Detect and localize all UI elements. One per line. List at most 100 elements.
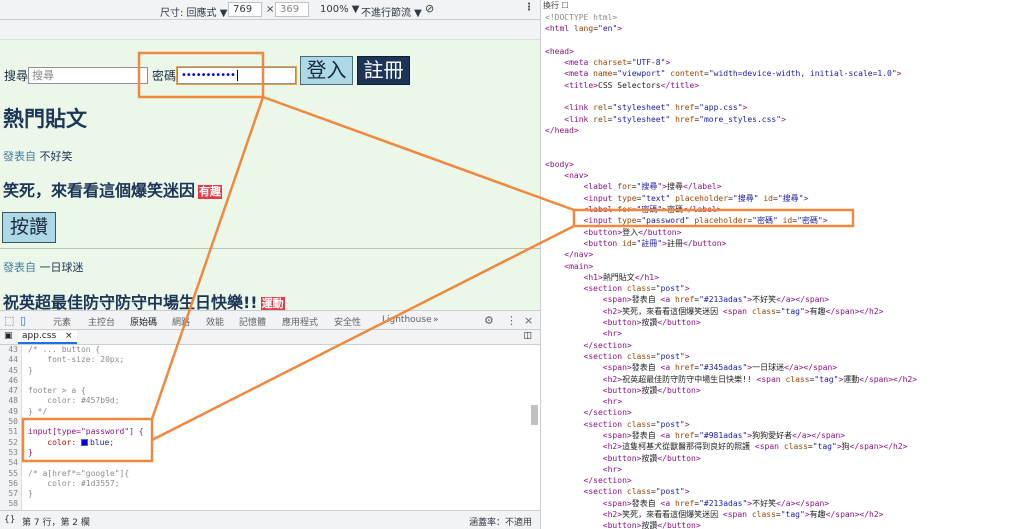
close-icon[interactable]: × [524, 314, 533, 327]
line-number: 53 [8, 447, 18, 457]
line-number: 49 [8, 406, 18, 416]
tab-lighthouse[interactable]: Lighthouse [382, 315, 432, 325]
html-source-line: <meta name="viewport" content="width=dev… [564, 69, 902, 79]
page-heading: 熱門貼文 [3, 107, 87, 131]
html-source-line: </head> [545, 125, 579, 135]
devtools-tabbar: ⬚ ▯ 元素 主控台 原始碼 網路 效能 記憶體 應用程式 安全性 Lighth… [0, 310, 540, 332]
html-source-line: <head> [545, 46, 574, 56]
tab-elements[interactable]: 元素 [53, 315, 71, 328]
tab-application[interactable]: 應用程式 [282, 315, 318, 328]
more-options-icon[interactable]: ⋮ [524, 2, 534, 13]
html-source-line: <h1>熱門貼文</h1> [583, 272, 659, 282]
device-toggle-icon[interactable]: ▯ [20, 314, 26, 327]
line-number: 45 [8, 365, 18, 375]
login-button[interactable]: 登入 [300, 56, 353, 85]
html-source-line: <section class="post"> [583, 284, 690, 294]
inspect-icon[interactable]: ⬚ [4, 314, 14, 327]
html-source-line: <label for="搜尋">搜尋</label> [583, 182, 722, 192]
times-sign: × [266, 4, 275, 15]
settings-gear-icon[interactable]: ⚙ [484, 314, 494, 327]
html-source-line: <span>發表自 <a href="#213adas">不好笑</a></sp… [602, 498, 830, 508]
password-input[interactable]: ••••••••••• [176, 66, 297, 85]
file-tab-app-css[interactable]: app.css × [18, 331, 77, 344]
tab-network[interactable]: 網路 [172, 315, 190, 328]
register-button[interactable]: 註冊 [357, 56, 410, 85]
css-editor[interactable]: 43 44 45 46 47 48 49 50 51 52 53 54 55 56 57 58 /* ... … [0, 345, 540, 510]
post-title: 祝英超最佳防守防守中場生日快樂!! 運動 [3, 289, 285, 310]
device-height-input[interactable]: 369 [275, 2, 309, 17]
css-code-line: } [28, 489, 33, 499]
html-source-line: <nav> [564, 171, 589, 181]
html-source-pane: 換行 ☐ <!DOCTYPE html> <html lang="en"> <hea… [540, 0, 1024, 529]
html-source-line: </section> [583, 408, 632, 418]
file-tab-close-icon[interactable]: × [65, 331, 73, 341]
line-number: 55 [8, 468, 18, 478]
text-caret [236, 69, 238, 81]
html-source-line: <button>按讚</button> [602, 385, 701, 395]
password-label: 密碼 [152, 69, 177, 83]
line-number-gutter: 43 44 45 46 47 48 49 50 51 52 53 54 55 56 57 58 [0, 345, 22, 510]
html-source-line: <h2>笑死，來看看這個爆笑迷因 <span class="tag">有趣</s… [602, 306, 884, 316]
editor-scrollbar[interactable] [531, 405, 538, 425]
html-source-line: <button id="註冊">註冊</button> [583, 238, 727, 248]
html-source-line [545, 148, 917, 159]
css-code-line: } */ [28, 406, 48, 416]
line-number: 44 [8, 355, 18, 365]
html-source-line: <span>發表自 <a href="#981adas">狗狗愛好者</a></… [602, 430, 846, 440]
html-source-line: <body> [545, 159, 574, 169]
file-tabbar: ▣ app.css × ◫ [0, 330, 540, 345]
debugger-toggle-icon[interactable]: ◫ [523, 331, 532, 341]
html-source-line: <section class="post"> [583, 487, 690, 497]
html-source-line: <h2>祝英超最佳防守防守中場生日快樂!! <span class="tag">… [602, 374, 918, 384]
line-number: 54 [8, 458, 18, 468]
post-author-link[interactable]: 不好笑 [40, 150, 73, 163]
html-source-line [545, 35, 917, 46]
tab-console[interactable]: 主控台 [88, 315, 115, 328]
search-input[interactable]: 搜尋 [28, 67, 148, 84]
device-toolbar: 尺寸: 回應式 ▼ 769 × 369 100% ▼ 不進行節流 ▼ ⊘ ⋮ [0, 0, 540, 20]
like-button[interactable]: 按讚 [2, 212, 56, 243]
post-meta-prefix: 發表自 [3, 150, 36, 163]
html-source-line: <section class="post"> [583, 351, 690, 361]
html-source-line: <button>登入</button> [583, 227, 682, 237]
device-width-input[interactable]: 769 [228, 2, 262, 17]
preview-page: 搜尋 搜尋 密碼 ••••••••••• 登入 註冊 熱門貼文 發表自 不好笑 … [0, 40, 540, 310]
zoom-dropdown[interactable]: 100% ▼ [320, 4, 359, 15]
html-source-line: <main> [564, 261, 594, 271]
html-source-line: <link rel="stylesheet" href="more_styles… [564, 114, 786, 124]
html-source-lines: <!DOCTYPE html> <html lang="en"> <head> <m… [545, 12, 917, 529]
rotate-icon[interactable]: ⊘ [425, 2, 434, 15]
post-author-link[interactable]: 一日球迷 [40, 261, 84, 274]
line-number: 46 [8, 375, 18, 385]
line-number: 51 [8, 427, 18, 437]
page-preview: 搜尋 搜尋 密碼 ••••••••••• 登入 註冊 熱門貼文 發表自 不好笑 … [0, 20, 540, 310]
more-tabs-icon[interactable]: » [433, 315, 439, 325]
line-number: 48 [8, 396, 18, 406]
device-size-dropdown[interactable]: 尺寸: 回應式 ▼ [160, 4, 227, 19]
tab-memory[interactable]: 記憶體 [239, 315, 266, 328]
pretty-print-icon[interactable]: {} [4, 515, 15, 525]
throttle-dropdown[interactable]: 不進行節流 ▼ [361, 4, 422, 19]
tab-security[interactable]: 安全性 [334, 315, 361, 328]
post-meta: 發表自 不好笑 [3, 148, 73, 164]
tab-performance[interactable]: 效能 [206, 315, 224, 328]
css-code-line: font-size: 20px; [28, 355, 125, 365]
post-meta: 發表自 一日球迷 [3, 259, 84, 275]
post-title-text: 祝英超最佳防守防守中場生日快樂!! [3, 293, 258, 310]
css-code-line: color: blue; [47, 437, 115, 447]
kebab-menu-icon[interactable]: ⋮ [506, 314, 517, 327]
css-code-line: input[type="password"] { [28, 427, 144, 437]
post-tag: 有趣 [198, 184, 223, 199]
html-source-line: <link rel="stylesheet" href="app.css"> [564, 103, 748, 113]
html-source-line: <button>按讚</button> [602, 453, 701, 463]
html-source-line: </section> [583, 476, 632, 486]
line-number: 58 [8, 499, 18, 509]
post-title: 笑死，來看看這個爆笑迷因 有趣 [3, 177, 223, 201]
html-source-line: <button>按讚</button> [602, 521, 701, 529]
color-swatch[interactable] [81, 438, 88, 446]
css-code-line [28, 499, 144, 509]
css-code-line: /* a[href*="google"]{ [28, 468, 130, 478]
navigator-toggle-icon[interactable]: ▣ [4, 331, 13, 341]
html-source-line: <hr> [602, 329, 623, 339]
html-source-line: <title>CSS Selectors</title> [564, 80, 700, 90]
